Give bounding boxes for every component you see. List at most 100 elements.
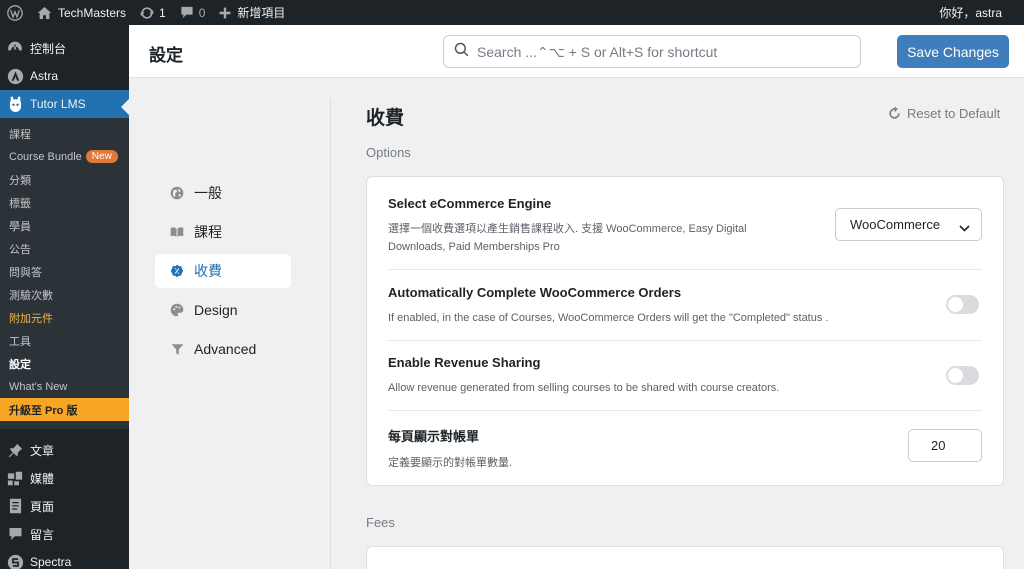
dashboard-icon xyxy=(6,39,24,57)
submenu-label: What's New xyxy=(9,380,68,393)
menu-label: 文章 xyxy=(30,443,55,458)
menu-label: 媒體 xyxy=(30,471,55,486)
menu-astra[interactable]: Astra xyxy=(0,62,129,90)
menu-label: Astra xyxy=(30,69,59,83)
submenu-label: 附加元件 xyxy=(9,312,53,325)
menu-spectra[interactable]: Spectra xyxy=(0,548,129,569)
menu-pages[interactable]: 頁面 xyxy=(0,492,129,520)
filter-icon xyxy=(170,342,184,356)
menu-comments[interactable]: 留言 xyxy=(0,520,129,548)
search-input[interactable] xyxy=(477,43,847,60)
submenu-label: 分類 xyxy=(9,174,31,187)
new-label: 新增項目 xyxy=(237,6,286,20)
pin-icon xyxy=(6,441,24,459)
submenu-settings[interactable]: 設定 xyxy=(0,352,129,375)
submenu-tags[interactable]: 標籤 xyxy=(0,191,129,214)
row-title: Automatically Complete WooCommerce Order… xyxy=(388,285,682,300)
payment-icon xyxy=(170,264,184,278)
submenu-categories[interactable]: 分類 xyxy=(0,168,129,191)
new-badge: New xyxy=(85,150,118,163)
media-icon xyxy=(6,469,24,487)
row-description: 定義要顯示的對帳單數量. xyxy=(388,457,513,469)
save-changes-button[interactable]: Save Changes xyxy=(897,35,1009,68)
reset-to-default-button[interactable]: Reset to Default xyxy=(888,106,1000,121)
submenu-whats-new[interactable]: What's New xyxy=(0,375,129,398)
palette-icon xyxy=(170,303,184,317)
plus-icon xyxy=(220,7,231,18)
submenu-label: 標籤 xyxy=(9,197,31,210)
reset-label: Reset to Default xyxy=(907,106,1001,121)
section-title: 收費 xyxy=(366,108,405,129)
tab-advanced[interactable]: Advanced xyxy=(155,332,291,366)
astra-icon xyxy=(6,67,24,85)
submenu-tools[interactable]: 工具 xyxy=(0,329,129,352)
revenue-sharing-toggle[interactable] xyxy=(946,366,979,385)
auto-complete-orders-toggle[interactable] xyxy=(946,295,979,314)
admin-sidebar: 控制台 Astra Tutor LMS 課程 Course Bundle New … xyxy=(0,25,129,569)
submenu-courses[interactable]: 課程 xyxy=(0,122,129,145)
tab-general[interactable]: 一般 xyxy=(155,176,291,210)
search-box[interactable] xyxy=(443,35,861,68)
comments-count: 0 xyxy=(198,5,206,20)
reset-icon xyxy=(889,107,900,119)
submenu-upgrade-pro[interactable]: 升級至 Pro 版 xyxy=(0,398,129,421)
row-title: 每頁顯示對帳單 xyxy=(388,429,480,444)
search-icon xyxy=(454,42,469,62)
fees-label: Fees xyxy=(366,515,395,530)
tab-label: 一般 xyxy=(194,185,222,201)
row-description: Allow revenue generated from selling cou… xyxy=(388,382,780,394)
submenu-quiz-attempts[interactable]: 測驗次數 xyxy=(0,283,129,306)
tab-design[interactable]: Design xyxy=(155,293,291,327)
menu-label: 頁面 xyxy=(30,499,55,514)
tutor-submenu: 課程 Course Bundle New 分類 標籤 學員 公告 問與答 測驗次數… xyxy=(0,118,129,429)
comment-icon xyxy=(181,6,193,19)
submenu-addons[interactable]: 附加元件 xyxy=(0,306,129,329)
tab-monetization[interactable]: 收費 xyxy=(155,254,291,288)
page-icon xyxy=(6,497,24,515)
wp-logo-icon[interactable] xyxy=(0,0,30,25)
toggle-knob xyxy=(948,368,963,383)
menu-media[interactable]: 媒體 xyxy=(0,464,129,492)
ecommerce-engine-select[interactable]: WooCommerce xyxy=(835,208,982,241)
nav-divider xyxy=(330,98,331,569)
tab-course[interactable]: 課程 xyxy=(155,215,291,249)
menu-posts[interactable]: 文章 xyxy=(0,436,129,464)
site-name-link[interactable]: TechMasters xyxy=(30,0,133,25)
menu-label: 留言 xyxy=(30,527,55,542)
admin-bar: TechMasters 1 0 新增項目 你好，astra xyxy=(0,0,1024,25)
updates-icon xyxy=(140,6,154,19)
chevron-down-icon xyxy=(959,220,970,235)
book-icon xyxy=(170,225,184,239)
fees-card xyxy=(366,546,1004,569)
comment-icon xyxy=(6,525,24,543)
row-title: Enable Revenue Sharing xyxy=(388,355,541,370)
updates-link[interactable]: 1 xyxy=(133,0,173,25)
submenu-label: 工具 xyxy=(9,335,31,348)
options-label: Options xyxy=(366,145,411,160)
submenu-course-bundle[interactable]: Course Bundle New xyxy=(0,145,129,168)
revenue-sharing-row: Enable Revenue Sharing Allow revenue gen… xyxy=(388,355,982,397)
menu-label: Tutor LMS xyxy=(30,97,86,111)
submenu-label: 設定 xyxy=(9,358,31,371)
submenu-label: 問與答 xyxy=(9,266,42,279)
tab-label: 課程 xyxy=(194,224,222,240)
menu-dashboard[interactable]: 控制台 xyxy=(0,34,129,62)
row-divider xyxy=(388,340,982,341)
submenu-label: 升級至 Pro 版 xyxy=(9,404,78,417)
submenu-qa[interactable]: 問與答 xyxy=(0,260,129,283)
row-divider xyxy=(388,269,982,270)
site-name: TechMasters xyxy=(58,5,127,20)
greeting: 你好，astra xyxy=(939,6,1002,20)
tutor-icon xyxy=(6,95,24,113)
spectra-icon xyxy=(6,553,24,569)
statements-per-page-input[interactable]: 20 xyxy=(908,429,982,462)
submenu-announcements[interactable]: 公告 xyxy=(0,237,129,260)
menu-tutor-lms[interactable]: Tutor LMS xyxy=(0,90,129,118)
row-divider xyxy=(388,410,982,411)
submenu-students[interactable]: 學員 xyxy=(0,214,129,237)
new-content-link[interactable]: 新增項目 xyxy=(212,0,292,25)
account-menu[interactable]: 你好，astra xyxy=(932,0,1024,25)
tab-label: Advanced xyxy=(194,341,257,357)
submenu-label: 公告 xyxy=(9,243,31,256)
comments-link[interactable]: 0 xyxy=(173,0,213,25)
